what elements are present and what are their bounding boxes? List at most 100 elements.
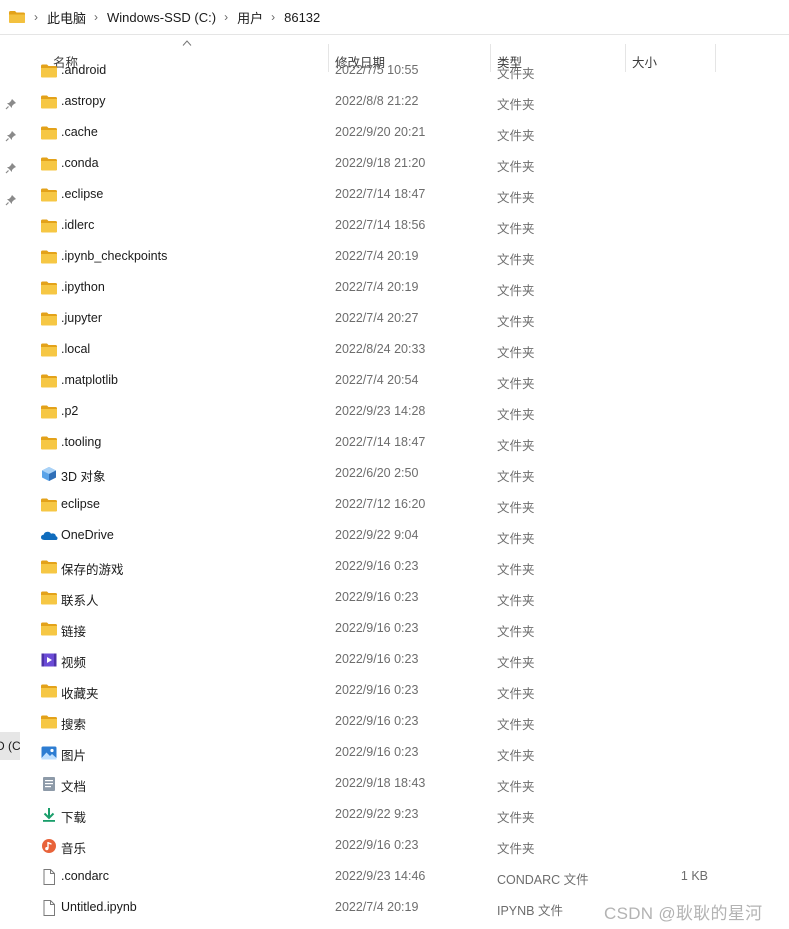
file-type: 文件夹 (497, 718, 535, 732)
file-row[interactable]: .ipynb_checkpoints 2022/7/4 20:19 文件夹 (21, 242, 789, 273)
pin-icon[interactable] (5, 162, 17, 174)
nav-item-label: D (C (0, 739, 20, 753)
file-row[interactable]: 联系人 2022/9/16 0:23 文件夹 (21, 583, 789, 614)
file-row[interactable]: .p2 2022/9/23 14:28 文件夹 (21, 397, 789, 428)
file-list: .android 2022/7/5 10:55 文件夹 .astropy 2022/8/… (21, 64, 789, 929)
file-date-modified: 2022/9/20 20:21 (335, 125, 426, 139)
file-name: Untitled.ipynb (61, 900, 137, 914)
breadcrumb-users[interactable]: 用户 (237, 8, 263, 27)
file-row[interactable]: 音乐 2022/9/16 0:23 文件夹 (21, 831, 789, 862)
folder-icon (40, 280, 58, 296)
file-type: 文件夹 (497, 470, 535, 484)
file-name: 音乐 (61, 842, 87, 856)
file-name: .android (61, 64, 107, 77)
file-name: 链接 (61, 625, 87, 639)
watermark: CSDN @耿耿的星河 (604, 904, 763, 923)
file-name: 3D 对象 (61, 470, 106, 484)
folder-icon (40, 497, 58, 513)
file-type: CONDARC 文件 (497, 873, 589, 887)
file-size: 1 KB (680, 869, 708, 883)
file-name: 保存的游戏 (61, 563, 124, 577)
file-row[interactable]: 下载 2022/9/22 9:23 文件夹 (21, 800, 789, 831)
file-type: 文件夹 (497, 439, 535, 453)
pictures-icon (40, 745, 58, 761)
navigation-pane: D (C (0, 34, 21, 929)
file-type: 文件夹 (497, 377, 535, 391)
file-name: 下载 (61, 811, 87, 825)
breadcrumb-this-pc[interactable]: 此电脑 (47, 8, 86, 27)
file-row[interactable]: .tooling 2022/7/14 18:47 文件夹 (21, 428, 789, 459)
file-row[interactable]: 文档 2022/9/18 18:43 文件夹 (21, 769, 789, 800)
file-row[interactable]: .eclipse 2022/7/14 18:47 文件夹 (21, 180, 789, 211)
breadcrumb-user-folder[interactable]: 86132 (284, 10, 320, 25)
file-date-modified: 2022/7/4 20:19 (335, 249, 419, 263)
file-type: 文件夹 (497, 594, 535, 608)
file-type: 文件夹 (497, 842, 535, 856)
file-row[interactable]: .matplotlib 2022/7/4 20:54 文件夹 (21, 366, 789, 397)
folder-icon (40, 714, 58, 730)
file-date-modified: 2022/8/8 21:22 (335, 94, 419, 108)
file-date-modified: 2022/9/16 0:23 (335, 838, 419, 852)
file-row[interactable]: .jupyter 2022/7/4 20:27 文件夹 (21, 304, 789, 335)
file-type: 文件夹 (497, 749, 535, 763)
file-row[interactable]: 收藏夹 2022/9/16 0:23 文件夹 (21, 676, 789, 707)
music-icon (40, 838, 58, 854)
file-row[interactable]: 图片 2022/9/16 0:23 文件夹 (21, 738, 789, 769)
file-date-modified: 2022/7/4 20:27 (335, 311, 419, 325)
folder-icon (40, 311, 58, 327)
nav-item-drive-c[interactable]: D (C (0, 732, 20, 760)
file-type: 文件夹 (497, 98, 535, 112)
pin-icon[interactable] (5, 130, 17, 142)
file-row[interactable]: 视频 2022/9/16 0:23 文件夹 (21, 645, 789, 676)
folder-icon (40, 621, 58, 637)
file-icon (40, 900, 58, 916)
pin-icon[interactable] (5, 194, 17, 206)
videos-icon (40, 652, 58, 668)
file-date-modified: 2022/9/16 0:23 (335, 621, 419, 635)
file-type: IPYNB 文件 (497, 904, 563, 918)
file-row[interactable]: .astropy 2022/8/8 21:22 文件夹 (21, 87, 789, 118)
folder-icon (8, 10, 26, 24)
file-type: 文件夹 (497, 67, 535, 81)
chevron-right-icon: › (224, 10, 229, 24)
file-name: .matplotlib (61, 373, 118, 387)
file-type: 文件夹 (497, 191, 535, 205)
file-type: 文件夹 (497, 656, 535, 670)
file-row[interactable]: 保存的游戏 2022/9/16 0:23 文件夹 (21, 552, 789, 583)
file-type: 文件夹 (497, 253, 535, 267)
sort-ascending-icon (182, 40, 192, 46)
file-row[interactable]: eclipse 2022/7/12 16:20 文件夹 (21, 490, 789, 521)
file-name: .local (61, 342, 91, 356)
file-row[interactable]: .conda 2022/9/18 21:20 文件夹 (21, 149, 789, 180)
folder-icon (40, 404, 58, 420)
file-row[interactable]: 链接 2022/9/16 0:23 文件夹 (21, 614, 789, 645)
file-type: 文件夹 (497, 284, 535, 298)
file-name: .conda (61, 156, 99, 170)
address-bar[interactable]: › 此电脑 › Windows-SSD (C:) › 用户 › 86132 (0, 0, 789, 35)
downloads-icon (40, 807, 58, 823)
file-name: .eclipse (61, 187, 104, 201)
file-row[interactable]: OneDrive 2022/9/22 9:04 文件夹 (21, 521, 789, 552)
file-date-modified: 2022/7/4 20:54 (335, 373, 419, 387)
chevron-right-icon: › (271, 10, 276, 24)
file-row[interactable]: .android 2022/7/5 10:55 文件夹 (21, 64, 789, 87)
file-type: 文件夹 (497, 687, 535, 701)
file-row[interactable]: .ipython 2022/7/4 20:19 文件夹 (21, 273, 789, 304)
file-name: .astropy (61, 94, 106, 108)
file-row[interactable]: .local 2022/8/24 20:33 文件夹 (21, 335, 789, 366)
file-row[interactable]: 搜索 2022/9/16 0:23 文件夹 (21, 707, 789, 738)
file-date-modified: 2022/7/4 20:19 (335, 900, 419, 914)
file-date-modified: 2022/9/16 0:23 (335, 590, 419, 604)
folder-icon (40, 156, 58, 172)
file-row[interactable]: .cache 2022/9/20 20:21 文件夹 (21, 118, 789, 149)
file-row[interactable]: .idlerc 2022/7/14 18:56 文件夹 (21, 211, 789, 242)
file-row[interactable]: .condarc 2022/9/23 14:46 CONDARC 文件 1 KB (21, 862, 789, 893)
folder-icon (40, 559, 58, 575)
file-date-modified: 2022/6/20 2:50 (335, 466, 419, 480)
chevron-right-icon: › (34, 10, 38, 24)
breadcrumb-drive-c[interactable]: Windows-SSD (C:) (107, 10, 216, 25)
file-row[interactable]: 3D 对象 2022/6/20 2:50 文件夹 (21, 459, 789, 490)
folder-icon (40, 249, 58, 265)
pin-icon[interactable] (5, 98, 17, 110)
folder-icon (40, 94, 58, 110)
